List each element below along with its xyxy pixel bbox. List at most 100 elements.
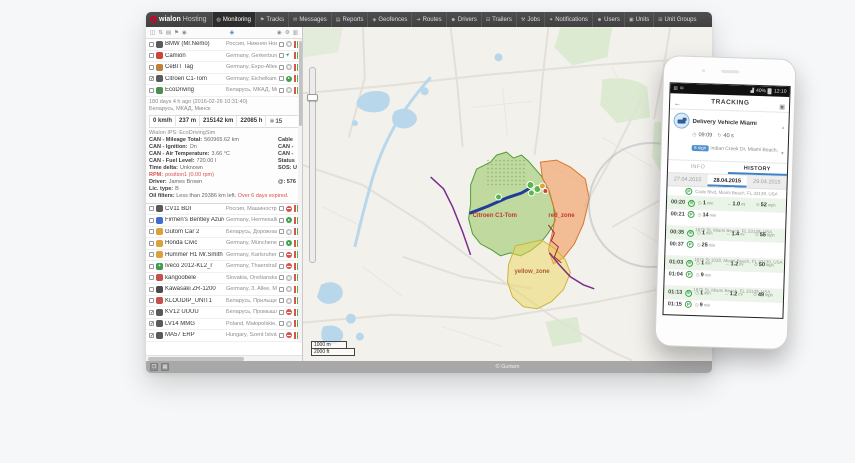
data-accuracy-icon[interactable]: ▥ [293,30,298,36]
track-checkbox[interactable] [279,53,284,58]
map-zoom-slider[interactable] [309,67,316,263]
unit-row[interactable]: Hummer H1 Mr.Smith Germany, Karlsruher S… [146,250,302,262]
unit-row[interactable]: Gutom Car 2 Беларусь, Дорожная у... [146,227,302,239]
unit-checkbox[interactable] [149,218,154,223]
nav-item[interactable]: ⚒ Jobs [516,12,544,27]
unit-checkbox[interactable] [149,252,154,257]
history-parking-row[interactable]: 01:15 9min 1675 St, Miami Beach, FL 3313… [663,299,782,318]
unit-row[interactable]: LV14 MMG Poland, Małopolskie, Wol... [146,319,302,331]
track-checkbox[interactable] [279,333,284,338]
date-next[interactable]: 29.04.2015 [747,176,787,189]
unit-row[interactable]: KLOUDIP_UNIT1 Беларусь, Прильщено... [146,296,302,308]
toggle-panel-icon[interactable]: ❐ [150,363,158,371]
date-prev[interactable]: 27.04.2015 [668,173,708,186]
nav-item[interactable]: ✦ Notifications [544,12,592,27]
track-checkbox[interactable] [279,275,284,280]
unit-checkbox[interactable] [149,76,154,81]
track-checkbox[interactable] [279,298,284,303]
tab-history[interactable]: HISTORY [727,162,787,176]
track-checkbox[interactable] [279,287,284,292]
add-unit-icon[interactable]: ◫ [150,30,155,36]
nav-item[interactable]: ⊟ Trailers [481,12,516,27]
parking-icon [688,211,695,218]
sort-icon[interactable]: ⇅ [158,30,163,36]
track-checkbox[interactable] [279,310,284,315]
chevron-down-icon[interactable] [781,142,784,160]
track-checkbox[interactable] [279,241,284,246]
unit-checkbox[interactable] [149,275,154,280]
nav-item[interactable]: ✉ Messages [288,12,331,27]
unit-checkbox[interactable] [149,241,154,246]
unit-checkbox[interactable] [149,88,154,93]
track-checkbox[interactable] [279,264,284,269]
nav-item[interactable]: ◈ Geofences [367,12,411,27]
unit-row[interactable]: Camión Germany, Gerkerburgst... [146,51,302,63]
unit-row[interactable]: BMW (Mr.Nemo) Россия, Нижняя Новг... [146,39,302,51]
nav-item[interactable]: ➔ Routes [411,12,445,27]
unit-row[interactable]: CeBIT Tag Germany, Expo-Allee, M... [146,62,302,74]
track-checkbox[interactable] [279,76,284,81]
unit-checkbox[interactable] [149,298,154,303]
nav-item[interactable]: ⊞ Unit Groups [653,12,700,27]
track-checkbox[interactable] [279,65,284,70]
unit-row[interactable]: Firmen's Bentley Azure Germany, Hermesal… [146,215,302,227]
collapse-icon[interactable] [782,116,785,134]
unit-checkbox[interactable] [149,206,154,211]
unit-row[interactable]: + Iveco 2012-KL2_r Germany, Thaerstraße … [146,261,302,273]
unit-checkbox[interactable] [149,264,154,269]
grid-icon[interactable]: ▦ [161,363,169,371]
motion-status-icon [286,321,292,327]
last-message-time: 09:09 [698,131,712,139]
trip-duration: 1min [698,200,724,207]
unit-row[interactable]: EcoDriving Беларусь, МКАД, Минск [146,85,302,97]
vehicle-icon [156,297,163,304]
track-checkbox[interactable] [279,252,284,257]
unit-row[interactable]: MA57 ERP Hungary, Szent István ú... [146,330,302,342]
date-current[interactable]: 28.04.2015 [707,174,747,187]
nav-item[interactable]: ▤ Reports [331,12,368,27]
param-extra: CAN - [278,144,299,151]
track-checkbox[interactable] [279,218,284,223]
nav-item[interactable]: ☻ Users [592,12,624,27]
motion-state-icon[interactable]: ⚙ [285,30,290,36]
parking-icon [686,271,693,278]
list-settings-icon[interactable]: ▤ [166,30,171,36]
nav-item[interactable]: ◎ Monitoring [212,12,255,27]
track-checkbox[interactable] [279,229,284,234]
zoom-slider-handle[interactable] [307,94,318,101]
unit-checkbox[interactable] [149,333,154,338]
flag-icon[interactable]: ⚑ [174,30,179,36]
nav-item[interactable]: ⚑ Tracks [255,12,288,27]
track-checkbox[interactable] [279,42,284,47]
eye-icon[interactable]: ◉ [182,30,187,36]
unit-row[interactable]: Honda Civic Germany, Münchener St... [146,238,302,250]
unit-checkbox[interactable] [149,229,154,234]
sidebar-vertical-scrollbar[interactable] [298,39,302,343]
vehicle-icon [156,75,163,82]
nav-item[interactable]: ▣ Units [624,12,653,27]
forest-pattern [486,158,526,188]
unit-row[interactable]: Kawasaki ZR-1200 Germany, 3. Allee, Mitt… [146,284,302,296]
unit-row[interactable]: kangoobele Slovakia, Orešianska, R... [146,273,302,285]
track-checkbox[interactable] [279,321,284,326]
unit-row[interactable]: CV11 BDI Россия, Машиностроит... [146,204,302,216]
unit-row[interactable]: + MB E-6411 Ford Germany, Alte Kronsber.… [146,342,302,344]
tab-info[interactable]: INFO [668,160,728,174]
param-extra: SOS: U [278,165,299,172]
unit-checkbox[interactable] [149,310,154,315]
nav-item[interactable]: ☻ Drivers [446,12,481,27]
unit-card[interactable]: Delivery Vehicle Miami 09:09 40 s S sign… [668,109,789,164]
unit-checkbox[interactable] [149,42,154,47]
app-logo[interactable]: wialonHosting [146,12,212,27]
unit-checkbox[interactable] [149,65,154,70]
map-view-icon[interactable] [779,95,785,113]
unit-row[interactable]: KV12 UUUU Беларусь, Промышлен... [146,307,302,319]
unit-checkbox[interactable] [149,53,154,58]
unit-row[interactable]: Citroen C1-Tom Germany, Eichelkampstr... [146,74,302,86]
track-checkbox[interactable] [279,206,284,211]
unit-checkbox[interactable] [149,287,154,292]
track-checkbox[interactable] [279,88,284,93]
target-icon[interactable]: ◈ [230,29,235,36]
unit-checkbox[interactable] [149,321,154,326]
visibility-icon[interactable]: ◉ [277,30,282,36]
